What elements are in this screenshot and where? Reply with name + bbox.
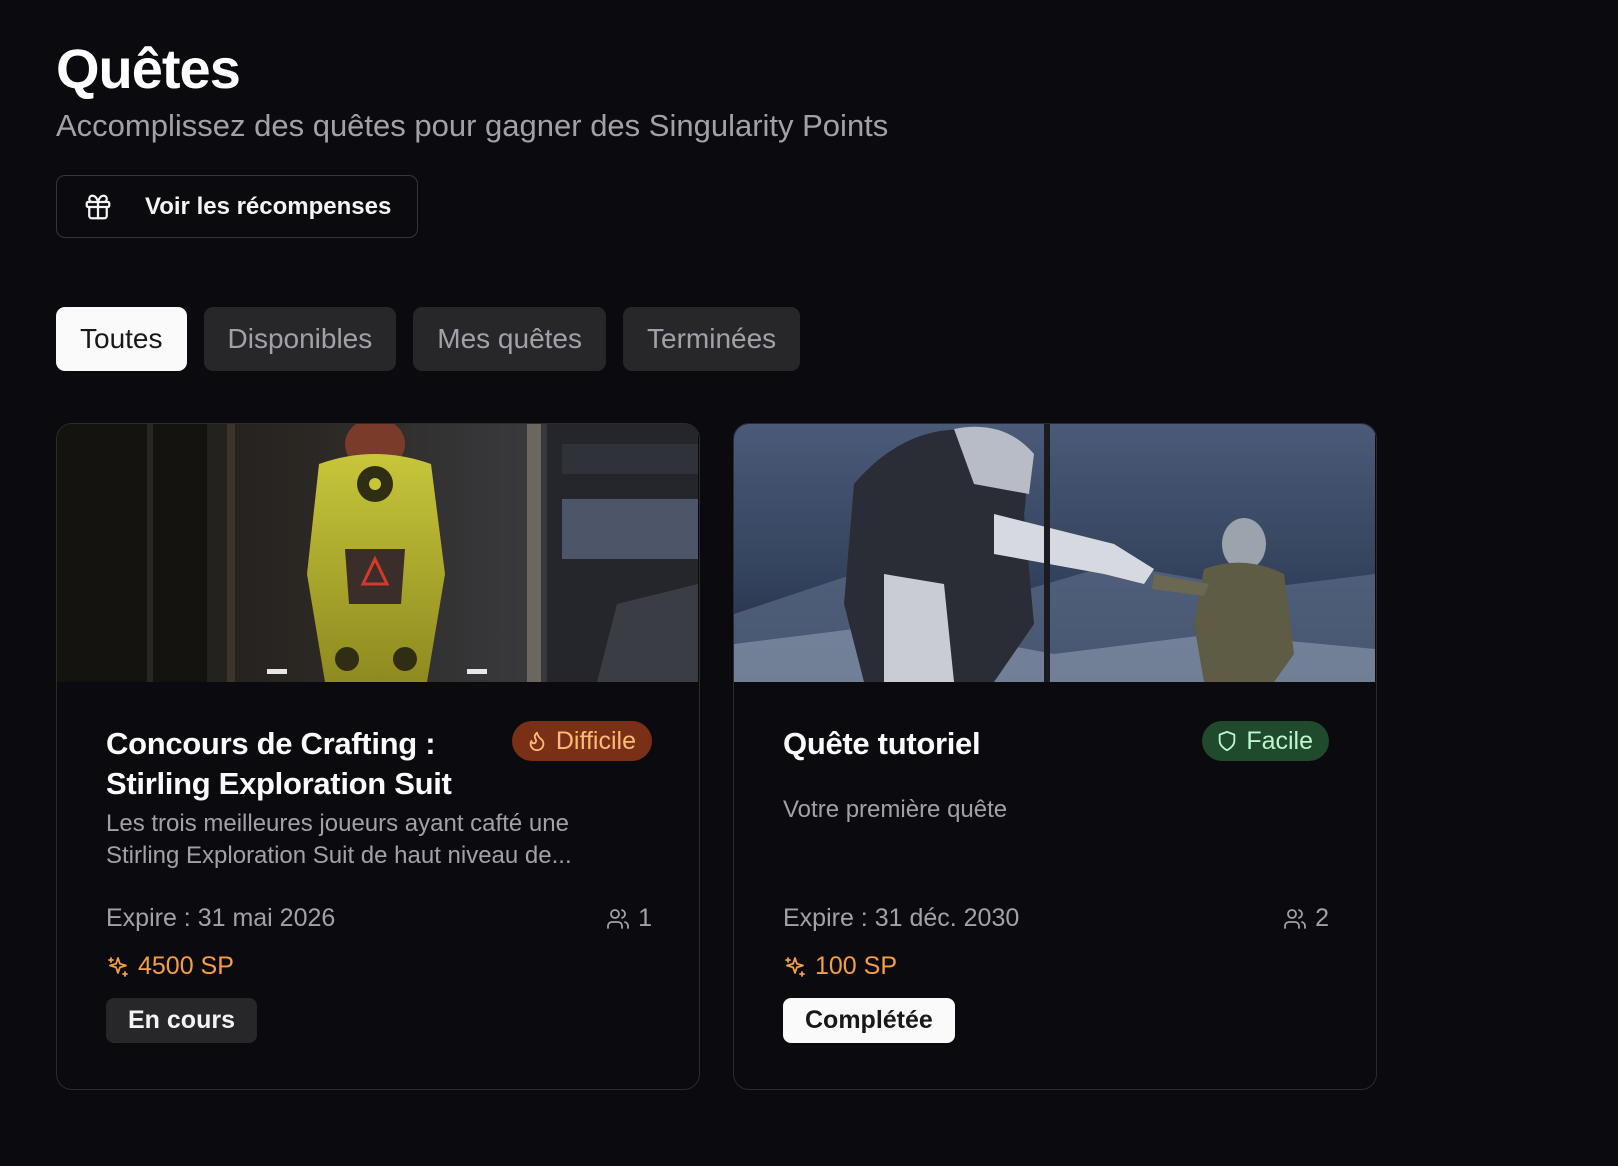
tab-available[interactable]: Disponibles xyxy=(203,307,397,371)
view-rewards-button[interactable]: Voir les récompenses xyxy=(56,175,418,238)
quest-title: Concours de Crafting : Stirling Explorat… xyxy=(106,726,452,801)
quest-status-badge: En cours xyxy=(106,998,257,1043)
difficulty-badge: Difficile xyxy=(511,721,652,761)
shield-icon xyxy=(1216,730,1238,752)
sparkles-icon xyxy=(106,955,130,979)
quest-reward-points: 4500 SP xyxy=(106,952,234,981)
difficulty-badge: Facile xyxy=(1202,721,1329,761)
points-value: 100 SP xyxy=(815,952,898,980)
quest-title: Quête tutoriel xyxy=(783,726,981,761)
difficulty-label: Facile xyxy=(1246,726,1313,755)
users-icon xyxy=(1283,907,1307,931)
quest-card-crafting[interactable]: Concours de Crafting : Stirling Explorat… xyxy=(56,423,700,1090)
quest-description: Votre première quête xyxy=(783,796,1008,823)
quest-filter-tabs: Toutes Disponibles Mes quêtes Terminées xyxy=(56,307,801,371)
gift-icon xyxy=(83,192,113,222)
quest-meta: Expire : 31 mai 2026 1 xyxy=(106,904,652,936)
page-subtitle: Accomplissez des quêtes pour gagner des … xyxy=(56,108,889,143)
flame-icon xyxy=(526,730,548,752)
quest-expiry: Expire : 31 mai 2026 xyxy=(106,904,336,932)
quest-description: Les trois meilleures joueurs ayant cafté… xyxy=(106,810,572,869)
tab-my-quests[interactable]: Mes quêtes xyxy=(413,307,606,371)
quest-expiry: Expire : 31 déc. 2030 xyxy=(783,904,1020,932)
users-icon xyxy=(606,907,630,931)
participants-value: 2 xyxy=(1315,904,1329,932)
points-value: 4500 SP xyxy=(138,952,234,980)
difficulty-label: Difficile xyxy=(555,726,636,755)
quest-banner-image xyxy=(57,424,698,682)
quest-banner-image xyxy=(734,424,1375,682)
quest-reward-points: 100 SP xyxy=(783,952,897,981)
participants-count: 1 xyxy=(606,904,652,933)
sparkles-icon xyxy=(783,955,807,979)
quest-meta: Expire : 31 déc. 2030 2 xyxy=(783,904,1329,936)
participants-count: 2 xyxy=(1283,904,1329,933)
tab-completed[interactable]: Terminées xyxy=(623,307,801,371)
quest-status-badge: Complétée xyxy=(783,998,955,1043)
participants-value: 1 xyxy=(638,904,652,932)
view-rewards-label: Voir les récompenses xyxy=(145,192,392,220)
tab-all[interactable]: Toutes xyxy=(56,307,187,371)
quest-card-tutorial[interactable]: Quête tutoriel Facile Votre première quê… xyxy=(733,423,1377,1090)
page-title: Quêtes xyxy=(56,37,241,100)
